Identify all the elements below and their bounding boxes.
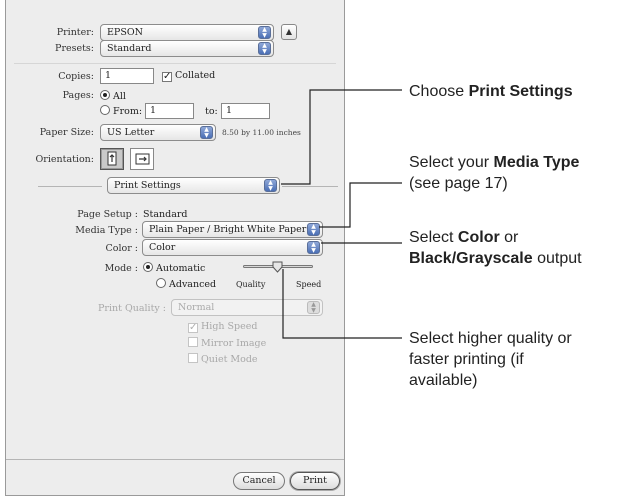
callout-bold-text: Color: [457, 229, 500, 246]
callout-text: output: [532, 250, 582, 267]
leader-line-print-settings: [281, 89, 402, 185]
callout-text: Select higher quality or: [409, 330, 572, 347]
leader-line-quality: [282, 269, 402, 339]
callout-quality: Select higher quality or faster printing…: [409, 328, 572, 391]
leader-line-media-type: [319, 182, 402, 228]
callout-text: Select: [409, 229, 458, 246]
callout-text: faster printing (if: [409, 351, 524, 368]
callout-color: Select Color or Black/Grayscale output: [409, 227, 582, 269]
callout-bold-text: Media Type: [493, 154, 580, 171]
callout-text: or: [499, 229, 519, 246]
callout-print-settings: Choose Print Settings: [409, 81, 573, 102]
callout-bold-text: Print Settings: [468, 83, 573, 100]
callout-text: Select your: [409, 154, 494, 171]
callout-text: available): [409, 372, 478, 389]
callout-bold-text: Black/Grayscale: [409, 250, 533, 267]
callout-media-type: Select your Media Type (see page 17): [409, 152, 579, 194]
callout-text: Choose: [409, 83, 469, 100]
callout-text: (see page 17): [409, 175, 508, 192]
